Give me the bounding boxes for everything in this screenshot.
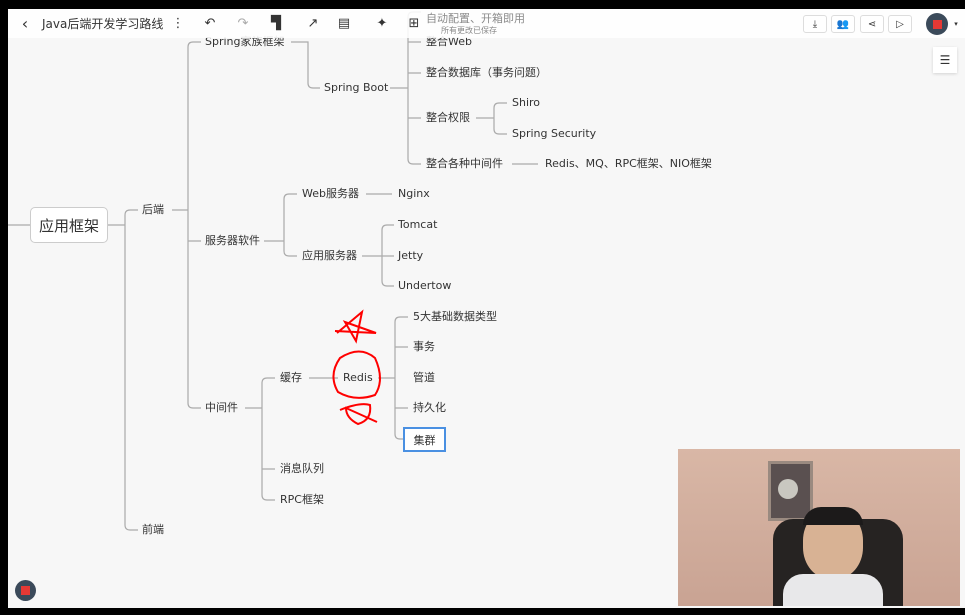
back-button[interactable]: ‹ [16,9,34,38]
redo-button[interactable]: ↷ [235,9,251,38]
magic-button[interactable]: ✦ [374,9,390,38]
user-avatar[interactable] [926,13,948,35]
avatar-icon [932,19,942,29]
undo-button[interactable]: ↶ [202,9,218,38]
person-hair [803,507,863,525]
present-button[interactable]: ▷ [888,15,912,33]
download-button[interactable]: ⤓ [803,15,827,33]
download-icon: ⤓ [812,18,818,30]
person-shirt [783,574,883,606]
structure-button[interactable]: ⊞ [406,9,422,38]
webcam-overlay [678,449,960,606]
picture-light [778,479,798,499]
collaborate-button[interactable]: 👥 [831,15,855,33]
avatar-dropdown[interactable]: ▾ [952,9,960,38]
users-icon: 👥 [836,18,850,30]
summary-button[interactable]: ▤ [336,9,352,38]
format-painter-button[interactable]: ▜ [268,9,284,38]
arrow-icon: ↗ [307,16,319,31]
sliders-icon: ☰ [939,53,951,67]
share-button[interactable]: ⋖ [860,15,884,33]
document-title[interactable]: Java后端开发学习路线 [42,9,163,38]
paint-roller-icon: ▜ [271,16,281,31]
layout-icon: ⊞ [408,16,420,31]
more-button[interactable]: ⋮ [171,9,185,38]
side-settings-button[interactable]: ☰ [933,47,957,73]
sparkle-icon: ✦ [376,16,388,31]
chevron-left-icon: ‹ [21,14,29,33]
summary-icon: ▤ [337,16,351,31]
connector-button[interactable]: ↗ [305,9,321,38]
vertical-dots-icon: ⋮ [171,16,185,31]
redo-icon: ↷ [237,16,249,31]
logo-icon [21,586,30,595]
undo-icon: ↶ [204,16,216,31]
caret-down-icon: ▾ [954,19,958,28]
play-icon: ▷ [896,18,904,30]
bottom-logo-avatar[interactable] [15,580,36,601]
node-auto-config[interactable]: 自动配置、开箱即用 [426,12,525,26]
share-icon: ⋖ [867,18,877,30]
